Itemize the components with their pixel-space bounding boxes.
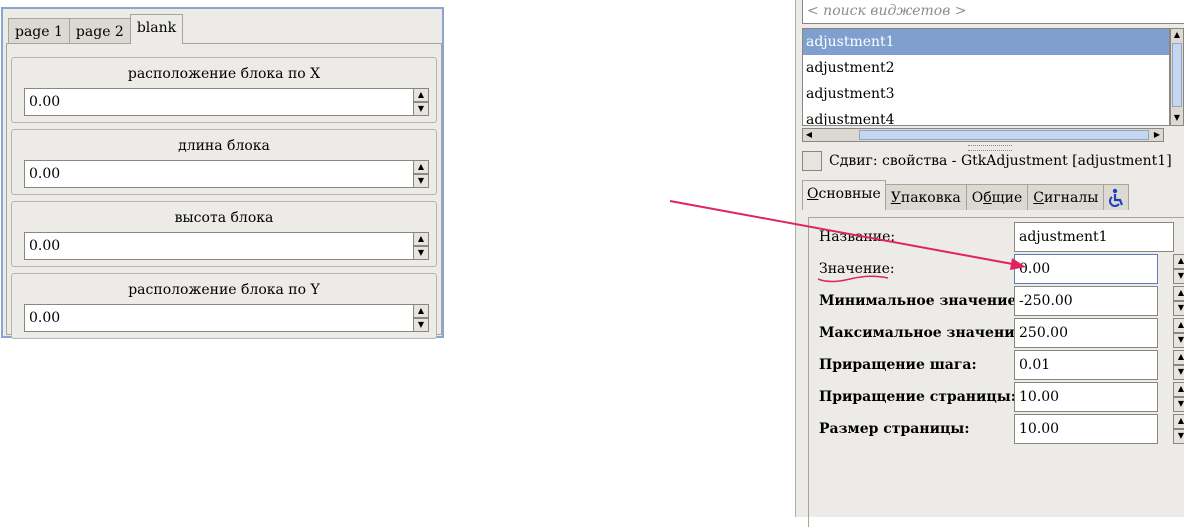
- annotation-arrow-line: [669, 200, 1019, 266]
- annotation-underline: [817, 275, 889, 283]
- tab-general[interactable]: Основные: [802, 180, 886, 210]
- tab-blank[interactable]: blank: [129, 14, 184, 44]
- annotation-overlay: [669, 200, 1026, 283]
- annotation-arrowhead-icon: [1010, 258, 1026, 270]
